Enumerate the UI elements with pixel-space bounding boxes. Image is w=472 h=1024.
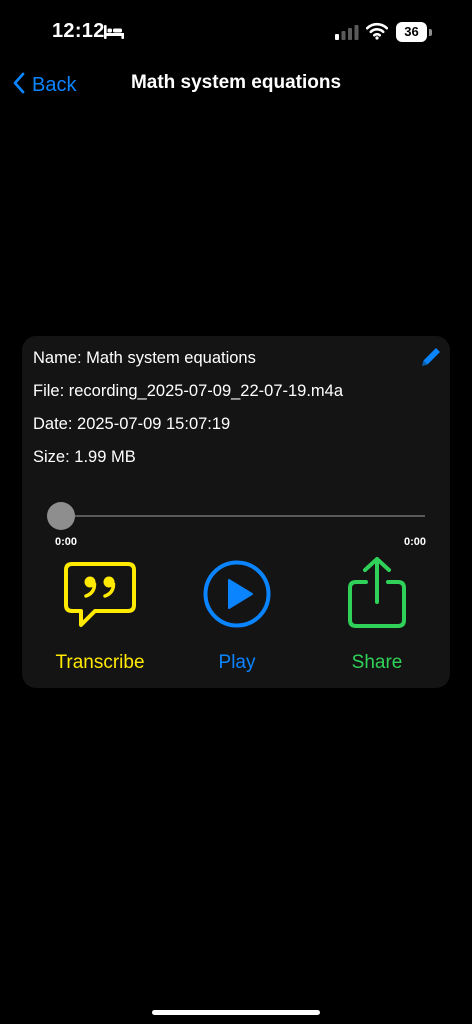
bed-icon [103, 24, 125, 45]
play-label: Play [218, 652, 256, 673]
battery-level: 36 [404, 24, 419, 39]
share-icon [346, 555, 408, 634]
status-bar: 12:12 36 [0, 0, 472, 64]
current-time: 0:00 [55, 536, 78, 548]
status-time: 12:12 [52, 20, 105, 42]
recording-date: Date: 2025-07-09 15:07:19 [33, 415, 231, 433]
home-indicator[interactable] [152, 1010, 320, 1015]
recording-file: File: recording_2025-07-09_22-07-19.m4a [33, 382, 344, 400]
share-label: Share [351, 652, 403, 673]
transcribe-button[interactable]: Transcribe [35, 562, 165, 674]
quote-bubble-icon [63, 561, 137, 634]
page-title: Math system equations [130, 72, 342, 93]
cellular-signal-icon [334, 24, 360, 45]
wifi-icon [365, 22, 389, 45]
play-button[interactable]: Play [172, 559, 302, 674]
transcribe-label: Transcribe [55, 652, 145, 673]
recording-name: Name: Math system equations [33, 349, 256, 367]
navigation-bar: Back Math system equations [0, 64, 472, 104]
pencil-icon [419, 348, 443, 373]
playback-slider-track[interactable] [61, 515, 425, 517]
battery-icon: 36 [396, 22, 432, 42]
recording-card: Name: Math system equations File: record… [22, 336, 450, 688]
recording-size: Size: 1.99 MB [33, 448, 136, 466]
playback-slider-thumb[interactable] [47, 502, 75, 530]
share-button[interactable]: Share [312, 557, 442, 674]
play-circle-icon [202, 559, 272, 634]
total-time: 0:00 [403, 536, 426, 548]
edit-name-button[interactable] [419, 345, 443, 374]
